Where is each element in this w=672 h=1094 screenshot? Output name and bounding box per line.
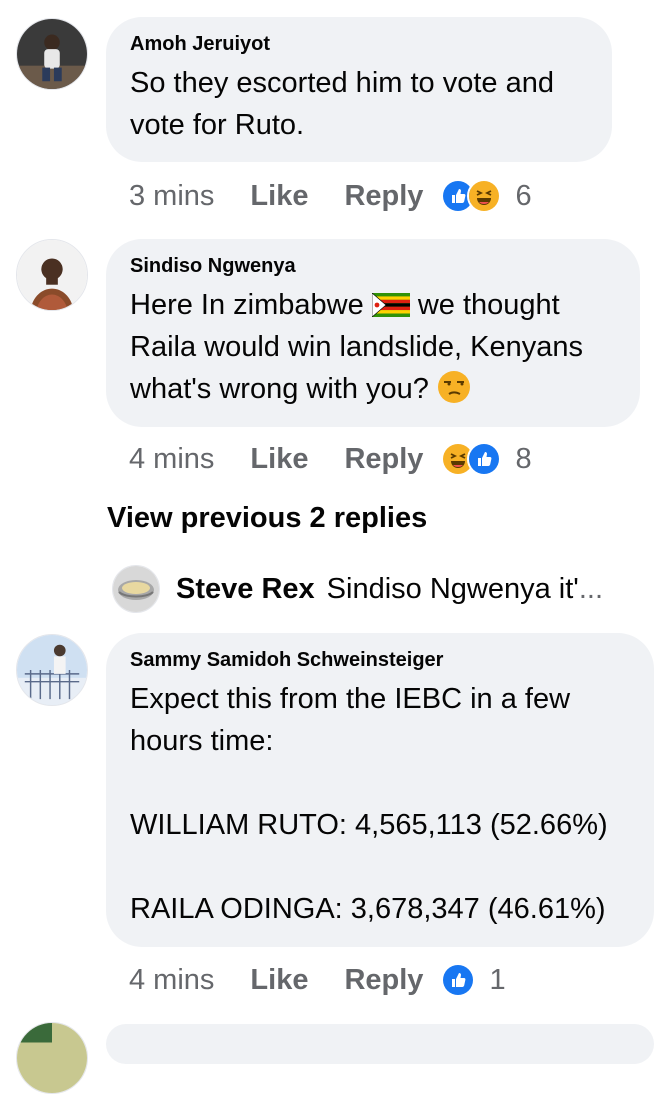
comment-meta: 4 mins Like Reply 8 xyxy=(129,439,532,479)
comment-time[interactable]: 3 mins xyxy=(129,180,214,213)
like-button[interactable]: Like xyxy=(250,180,308,213)
comment-author[interactable]: Sindiso Ngwenya xyxy=(130,255,616,278)
reply-author[interactable]: Steve Rex xyxy=(176,573,315,606)
comment-text: Here In zimbabwe we thought Raila would … xyxy=(130,284,616,410)
like-icon xyxy=(467,442,502,476)
reaction-count[interactable]: 8 xyxy=(515,443,531,476)
reply-button[interactable]: Reply xyxy=(344,964,423,997)
comment-meta: 3 mins Like Reply 6 xyxy=(129,176,532,216)
unamused-face-icon xyxy=(437,370,471,404)
avatar-sammy[interactable] xyxy=(16,634,88,706)
comment-bubble: Amoh Jeruiyot So they escorted him to vo… xyxy=(106,17,612,162)
reaction-count[interactable]: 6 xyxy=(515,180,531,213)
reply-button[interactable]: Reply xyxy=(344,443,423,476)
avatar-next[interactable] xyxy=(16,1022,88,1094)
like-button[interactable]: Like xyxy=(250,964,308,997)
reaction-icons[interactable] xyxy=(441,963,476,997)
reply-preview[interactable]: Steve Rex Sindiso Ngwenya it'... xyxy=(112,564,603,614)
reply-button[interactable]: Reply xyxy=(344,180,423,213)
comment-time[interactable]: 4 mins xyxy=(129,443,214,476)
like-button[interactable]: Like xyxy=(250,443,308,476)
avatar-sindiso[interactable] xyxy=(16,239,88,311)
like-icon xyxy=(441,963,476,997)
comment-bubble: Sindiso Ngwenya Here In zimbabwe we thou… xyxy=(106,239,640,427)
comment-text-part: Here In zimbabwe xyxy=(130,289,372,321)
comment-author[interactable]: Sammy Samidoh Schweinsteiger xyxy=(130,649,630,672)
comment-text: Expect this from the IEBC in a few hours… xyxy=(130,683,608,925)
comment-bubble: Sammy Samidoh Schweinsteiger Expect this… xyxy=(106,633,654,947)
comment-bubble-next xyxy=(106,1024,654,1064)
comment-text: So they escorted him to vote and vote fo… xyxy=(130,67,563,141)
reply-ellipsis: ... xyxy=(578,572,603,605)
view-previous-replies-link[interactable]: View previous 2 replies xyxy=(107,502,427,535)
reaction-icons[interactable] xyxy=(441,179,502,213)
reaction-icons[interactable] xyxy=(441,442,502,476)
haha-icon xyxy=(467,179,502,213)
comment-time[interactable]: 4 mins xyxy=(129,964,214,997)
comment-meta: 4 mins Like Reply 1 xyxy=(129,960,506,1000)
reaction-count[interactable]: 1 xyxy=(489,964,505,997)
zimbabwe-flag-icon xyxy=(371,287,410,318)
avatar-steve[interactable] xyxy=(112,565,160,613)
reply-snippet: Sindiso Ngwenya it' xyxy=(326,572,579,605)
comment-author[interactable]: Amoh Jeruiyot xyxy=(130,33,588,56)
avatar-amoh[interactable] xyxy=(16,18,88,90)
